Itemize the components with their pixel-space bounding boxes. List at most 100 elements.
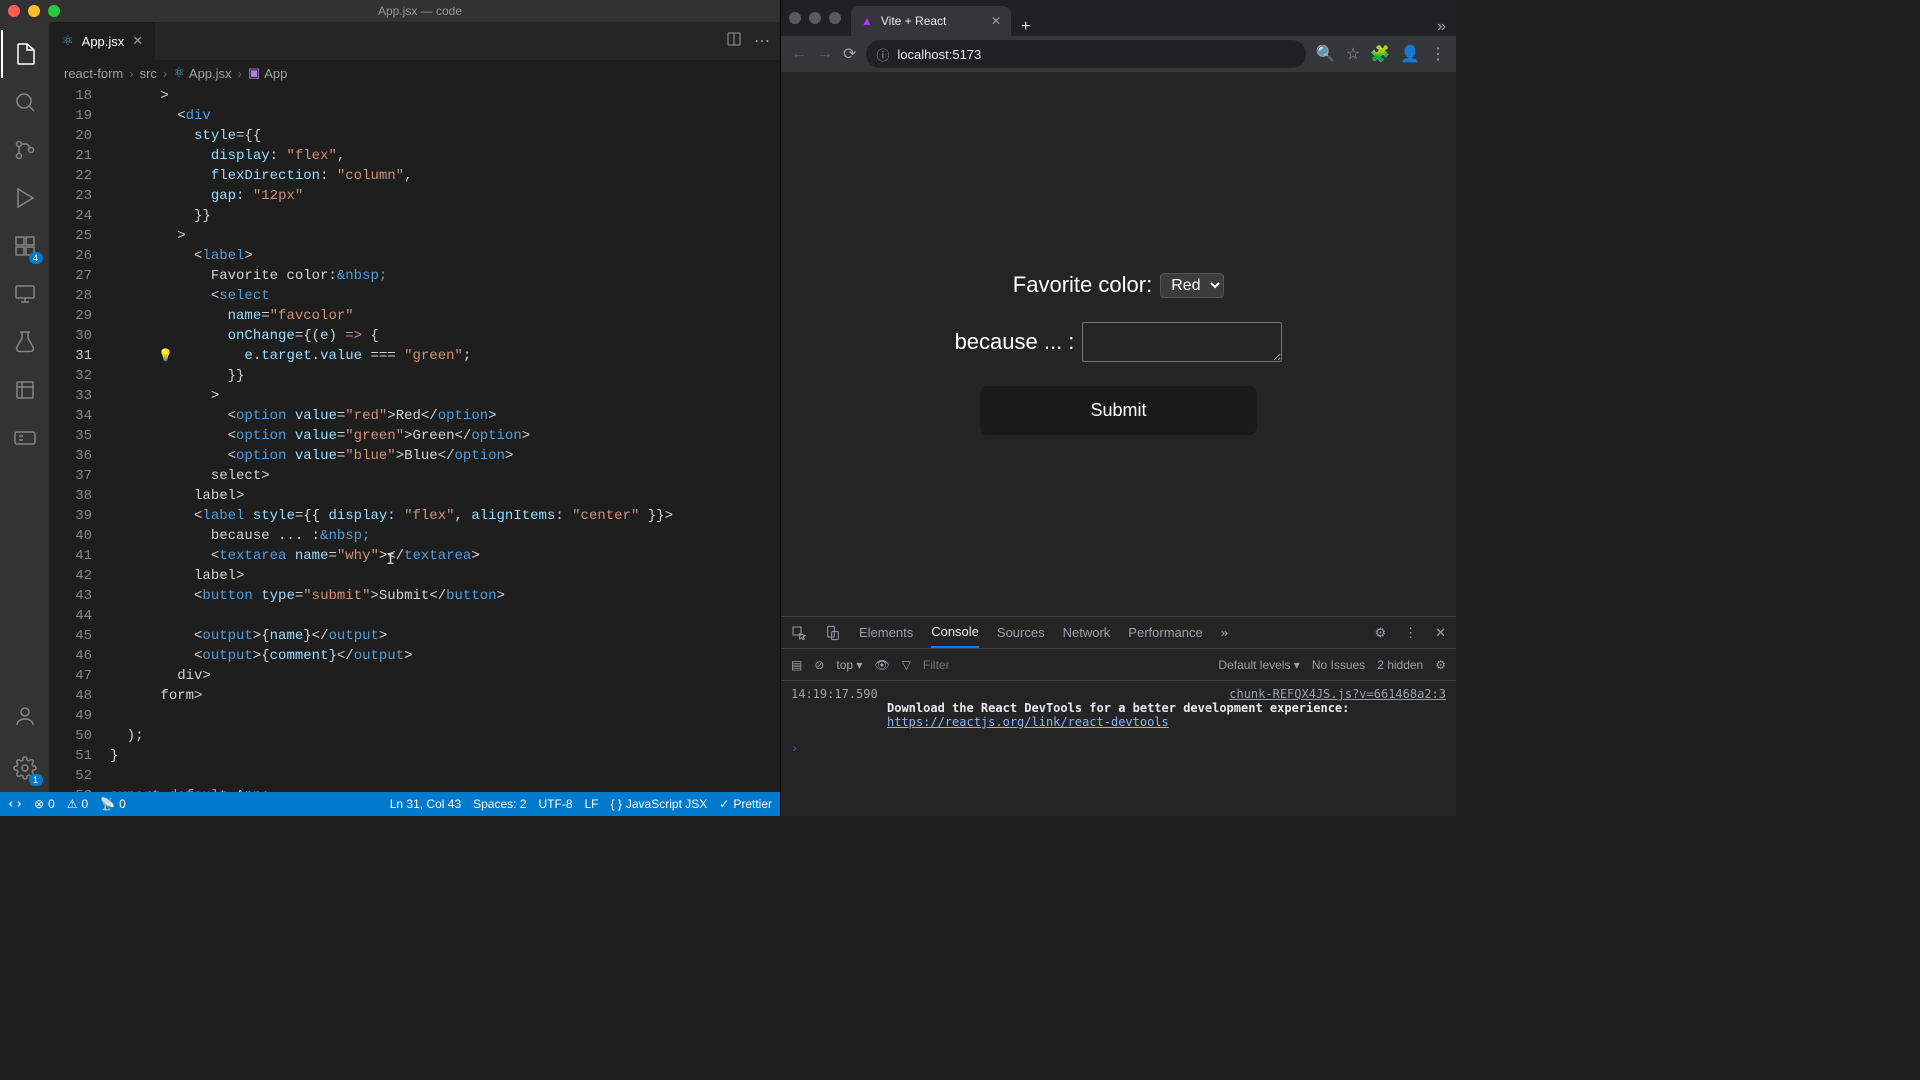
warnings-count[interactable]: ⚠ 0 [67, 797, 88, 811]
favcolor-select[interactable]: Red [1160, 273, 1224, 298]
close-window-icon[interactable] [789, 12, 801, 24]
back-icon[interactable]: ← [791, 45, 807, 63]
reload-icon[interactable]: ⟳ [843, 44, 856, 64]
browser-window: ▲ Vite + React ✕ + » ← → ⟳ ⓘ localhost:5… [780, 0, 1456, 816]
submit-button[interactable]: Submit [980, 386, 1256, 435]
inspect-icon[interactable] [791, 625, 807, 641]
remote-indicator[interactable] [8, 797, 22, 811]
bookmark-icon[interactable]: ☆ [1346, 44, 1360, 64]
split-editor-icon[interactable] [726, 31, 742, 52]
settings-badge: 1 [29, 774, 43, 786]
close-window-icon[interactable] [8, 5, 20, 17]
editor-tabs: ⚛ App.jsx ✕ ⋯ [50, 22, 780, 60]
errors-count[interactable]: ⊗ 0 [34, 797, 55, 811]
console-output[interactable]: 14:19:17.590 chunk-REFQX4JS.js?v=661468a… [781, 681, 1456, 816]
run-debug-icon[interactable] [1, 174, 49, 222]
devtools: Elements Console Sources Network Perform… [781, 616, 1456, 816]
site-info-icon[interactable]: ⓘ [876, 45, 889, 64]
devtools-menu-icon[interactable]: ⋮ [1404, 625, 1417, 641]
indentation[interactable]: Spaces: 2 [473, 797, 526, 811]
accounts-icon[interactable] [1, 692, 49, 740]
expand-tabs-icon[interactable]: » [1427, 18, 1456, 36]
page-viewport: Favorite color: Red because ... : Submit [781, 72, 1456, 616]
crumb[interactable]: react-form [64, 66, 123, 81]
breadcrumb[interactable]: react-form› src› ⚛ App.jsx› ▣ App [50, 60, 780, 86]
zoom-icon[interactable]: 🔍 [1316, 44, 1336, 64]
crumb[interactable]: App.jsx [189, 66, 232, 81]
text-cursor-icon: I [386, 549, 395, 569]
issues-count[interactable]: No Issues [1312, 658, 1365, 672]
reason-label: because ... : [955, 329, 1075, 355]
tab-performance[interactable]: Performance [1128, 625, 1202, 640]
browser-toolbar: ← → ⟳ ⓘ localhost:5173 🔍 ☆ 🧩 👤 ⋮ [781, 36, 1456, 72]
activity-bar: 4 1 [0, 22, 50, 792]
extensions-icon[interactable]: 4 [1, 222, 49, 270]
console-settings-icon[interactable]: ⚙ [1435, 658, 1446, 672]
tab-sources[interactable]: Sources [997, 625, 1045, 640]
forward-icon[interactable]: → [817, 45, 833, 63]
source-control-icon[interactable] [1, 126, 49, 174]
code-editor[interactable]: 1819202122232425262728293031323334353637… [50, 86, 780, 792]
browser-tabs: ▲ Vite + React ✕ + » [781, 0, 1456, 36]
tab-console[interactable]: Console [931, 617, 979, 648]
status-bar: ⊗ 0 ⚠ 0 📡 0 Ln 31, Col 43 Spaces: 2 UTF-… [0, 792, 780, 816]
device-toggle-icon[interactable] [825, 625, 841, 641]
maximize-window-icon[interactable] [829, 12, 841, 24]
ports-icon[interactable] [1, 414, 49, 462]
ports-count[interactable]: 📡 0 [100, 797, 126, 811]
cursor-position[interactable]: Ln 31, Col 43 [390, 797, 461, 811]
more-actions-icon[interactable]: ⋯ [754, 31, 770, 51]
maximize-window-icon[interactable] [48, 5, 60, 17]
devtools-settings-icon[interactable]: ⚙ [1374, 625, 1386, 641]
reason-textarea[interactable] [1082, 322, 1282, 362]
tab-elements[interactable]: Elements [859, 625, 913, 640]
react-file-icon: ⚛ [62, 33, 74, 49]
encoding[interactable]: UTF-8 [539, 797, 573, 811]
log-source[interactable]: chunk-REFQX4JS.js?v=661468a2:3 [1229, 687, 1446, 701]
tab-title: Vite + React [881, 14, 946, 28]
live-expression-icon[interactable]: 👁 [874, 658, 889, 672]
close-tab-icon[interactable]: ✕ [991, 14, 1001, 28]
bookmarks-icon[interactable] [1, 366, 49, 414]
eol[interactable]: LF [585, 797, 599, 811]
new-tab-icon[interactable]: + [1011, 18, 1040, 36]
prettier[interactable]: ✓ Prettier [719, 797, 772, 811]
color-label: Favorite color: [1013, 272, 1152, 298]
testing-icon[interactable] [1, 318, 49, 366]
tab-app-jsx[interactable]: ⚛ App.jsx ✕ [50, 22, 156, 60]
close-tab-icon[interactable]: ✕ [132, 33, 143, 49]
search-icon[interactable] [1, 78, 49, 126]
tab-filename: App.jsx [82, 34, 125, 49]
address-bar[interactable]: ⓘ localhost:5173 [866, 40, 1305, 68]
window-title: App.jsx — code [68, 4, 772, 18]
explorer-icon[interactable] [1, 30, 49, 78]
log-message: Download the React DevTools for a better… [887, 701, 1349, 715]
crumb[interactable]: App [264, 66, 287, 81]
vscode-window: App.jsx — code 4 1 ⚛ App.jsx ✕ [0, 0, 780, 816]
extensions-badge: 4 [29, 252, 43, 264]
menu-icon[interactable]: ⋮ [1430, 44, 1446, 64]
context-selector[interactable]: top ▾ [836, 658, 862, 672]
log-levels[interactable]: Default levels ▾ [1218, 658, 1299, 672]
more-tabs-icon[interactable]: » [1221, 625, 1228, 640]
extensions-icon[interactable]: 🧩 [1370, 44, 1390, 64]
gear-icon[interactable]: 1 [1, 744, 49, 792]
language-mode[interactable]: { } JavaScript JSX [611, 797, 708, 811]
minimize-window-icon[interactable] [28, 5, 40, 17]
console-sidebar-icon[interactable]: ▤ [791, 658, 802, 672]
devtools-close-icon[interactable]: ✕ [1435, 625, 1446, 641]
tab-network[interactable]: Network [1063, 625, 1111, 640]
remote-explorer-icon[interactable] [1, 270, 49, 318]
titlebar: App.jsx — code [0, 0, 780, 22]
window-controls [8, 5, 60, 17]
filter-input[interactable] [923, 658, 1023, 672]
minimize-window-icon[interactable] [809, 12, 821, 24]
url-text: localhost:5173 [897, 47, 981, 62]
browser-tab[interactable]: ▲ Vite + React ✕ [851, 6, 1011, 36]
crumb[interactable]: src [140, 66, 157, 81]
clear-console-icon[interactable]: ⊘ [814, 658, 824, 672]
log-link[interactable]: https://reactjs.org/link/react-devtools [887, 715, 1169, 729]
hidden-count[interactable]: 2 hidden [1377, 658, 1423, 672]
profile-icon[interactable]: 👤 [1400, 44, 1420, 64]
console-prompt[interactable]: › [791, 741, 1446, 755]
